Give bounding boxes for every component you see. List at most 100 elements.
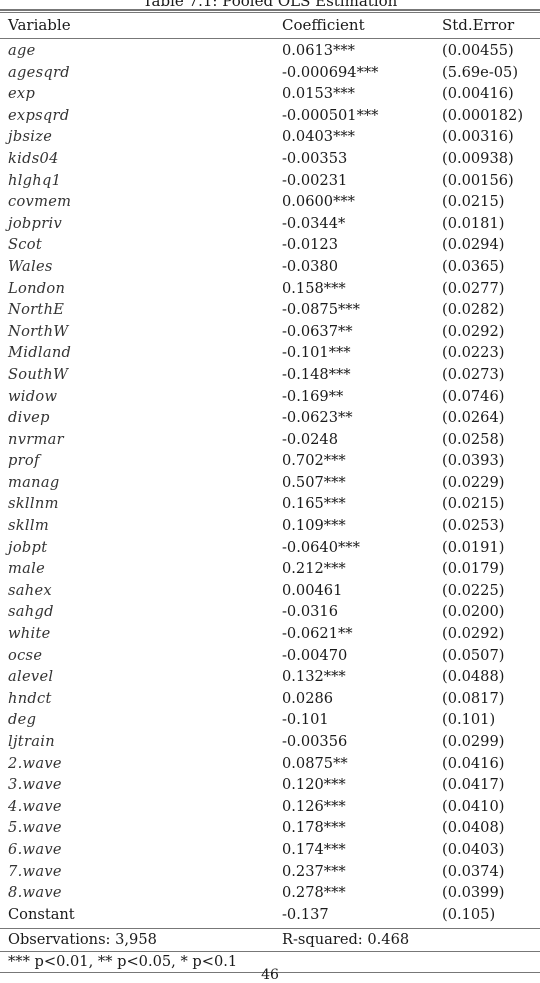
std-error-cell: (0.0264)	[442, 409, 505, 427]
table-row: 8.wave 0.278*** (0.0399)	[0, 882, 540, 904]
table-row: manag 0.507*** (0.0229)	[0, 472, 540, 494]
table-row: 6.wave 0.174*** (0.0403)	[0, 839, 540, 861]
variable-cell: Midland	[8, 344, 72, 362]
regression-table: Variable Coefficient Std.Error	[0, 14, 540, 37]
variable-cell: agesqrd	[8, 63, 70, 81]
std-error-cell: (0.0225)	[442, 581, 505, 599]
coefficient-cell: -0.0875***	[282, 301, 360, 319]
std-error-cell: (0.000182)	[442, 106, 524, 124]
table-row: 5.wave 0.178*** (0.0408)	[0, 817, 540, 839]
coefficient-cell: -0.0637**	[282, 322, 353, 340]
page-number: 46	[261, 967, 279, 983]
std-error-cell: (0.00938)	[442, 149, 514, 167]
std-error-cell: (0.0374)	[442, 862, 505, 880]
coefficient-cell: 0.00461	[282, 581, 343, 599]
stats-line: Observations: 3,958 R-squared: 0.468	[0, 929, 540, 951]
table-row: hlghq1 -0.00231 (0.00156)	[0, 170, 540, 192]
table-row: Scot -0.0123 (0.0294)	[0, 234, 540, 256]
coefficient-cell: -0.00356	[282, 733, 348, 750]
std-error-cell: (0.0179)	[442, 560, 505, 578]
std-error-cell: (0.0403)	[442, 840, 505, 858]
table-row: covmem 0.0600*** (0.0215)	[0, 191, 540, 213]
variable-cell: prof	[8, 452, 40, 470]
std-error-cell: (0.101)	[442, 711, 496, 729]
header-coefficient: Coefficient	[282, 16, 365, 34]
std-error-cell: (0.0292)	[442, 625, 505, 643]
top-rule-outer	[0, 9, 540, 11]
variable-cell: 7.wave	[8, 862, 62, 880]
coefficient-cell: -0.0316	[282, 603, 338, 621]
coefficient-cell: 0.0613***	[282, 42, 355, 59]
coefficient-cell: 0.132***	[282, 668, 346, 686]
table-row: Wales -0.0380 (0.0365)	[0, 256, 540, 278]
std-error-cell: (0.00416)	[442, 85, 514, 103]
std-error-cell: (0.0399)	[442, 884, 505, 902]
variable-cell: London	[8, 279, 66, 297]
std-error-cell: (0.0507)	[442, 646, 505, 664]
coefficient-cell: 0.702***	[282, 452, 346, 470]
coefficient-cell: 0.178***	[282, 819, 346, 837]
coefficient-cell: -0.00470	[282, 646, 348, 664]
table-row: skllnm 0.165*** (0.0215)	[0, 493, 540, 515]
coefficient-cell: -0.148***	[282, 365, 351, 383]
coefficient-cell: -0.0621**	[282, 625, 353, 643]
std-error-cell: (0.0200)	[442, 603, 505, 621]
table-row: jobpriv -0.0344* (0.0181)	[0, 213, 540, 235]
std-error-cell: (5.69e-05)	[442, 63, 519, 81]
coefficient-cell: 0.507***	[282, 473, 346, 491]
variable-cell: NorthW	[8, 322, 69, 340]
std-error-cell: (0.00156)	[442, 171, 514, 189]
coefficient-cell: 0.165***	[282, 495, 346, 513]
coefficient-cell: -0.101***	[282, 344, 351, 362]
variable-cell: ocse	[8, 646, 43, 664]
coefficient-cell: 0.278***	[282, 884, 346, 902]
variable-cell: jobpriv	[8, 214, 62, 232]
header-rule	[0, 38, 540, 39]
variable-cell: 4.wave	[8, 797, 62, 815]
variable-cell: age	[8, 42, 36, 59]
table-row: alevel 0.132*** (0.0488)	[0, 666, 540, 688]
coefficient-cell: 0.0403***	[282, 128, 355, 146]
header-row: Variable Coefficient Std.Error	[0, 14, 540, 37]
table-row: widow -0.169** (0.0746)	[0, 386, 540, 408]
coefficient-cell: -0.0380	[282, 257, 338, 275]
coefficient-cell: -0.00231	[282, 171, 348, 189]
r-squared: R-squared: 0.468	[282, 931, 410, 948]
coefficient-cell: 0.237***	[282, 862, 346, 880]
table-row: male 0.212*** (0.0179)	[0, 558, 540, 580]
variable-cell: widow	[8, 387, 58, 405]
table-row: NorthW -0.0637** (0.0292)	[0, 321, 540, 343]
variable-cell: covmem	[8, 193, 72, 211]
table-row: 4.wave 0.126*** (0.0410)	[0, 796, 540, 818]
table-row: sahgd -0.0316 (0.0200)	[0, 601, 540, 623]
table-row: skllm 0.109*** (0.0253)	[0, 515, 540, 537]
variable-cell: 6.wave	[8, 840, 62, 858]
table-row: nvrmar -0.0248 (0.0258)	[0, 429, 540, 451]
variable-cell: sahex	[8, 581, 52, 599]
table-row: SouthW -0.148*** (0.0273)	[0, 364, 540, 386]
variable-cell: skllm	[8, 517, 50, 535]
observations: Observations: 3,958	[8, 931, 157, 948]
std-error-cell: (0.0277)	[442, 279, 505, 297]
variable-cell: 8.wave	[8, 884, 62, 902]
std-error-cell: (0.105)	[442, 905, 496, 923]
variable-cell: hndct	[8, 689, 52, 707]
table-row: prof 0.702*** (0.0393)	[0, 450, 540, 472]
std-error-cell: (0.0408)	[442, 819, 505, 837]
table-row: 7.wave 0.237*** (0.0374)	[0, 861, 540, 883]
variable-cell: SouthW	[8, 365, 69, 383]
variable-cell: skllnm	[8, 495, 59, 513]
coefficient-cell: -0.101	[282, 711, 329, 729]
coefficient-cell: -0.0123	[282, 236, 338, 254]
table-row: kids04 -0.00353 (0.00938)	[0, 148, 540, 170]
variable-cell: Scot	[8, 236, 43, 254]
variable-cell: expsqrd	[8, 106, 70, 124]
table-row: jbsize 0.0403*** (0.00316)	[0, 126, 540, 148]
std-error-cell: (0.0181)	[442, 214, 505, 232]
table-row: Constant -0.137 (0.105)	[0, 904, 540, 926]
std-error-cell: (0.0215)	[442, 193, 505, 211]
std-error-cell: (0.0746)	[442, 387, 505, 405]
std-error-cell: (0.0410)	[442, 797, 505, 815]
coefficient-cell: -0.0344*	[282, 214, 346, 232]
variable-cell: kids04	[8, 149, 59, 167]
